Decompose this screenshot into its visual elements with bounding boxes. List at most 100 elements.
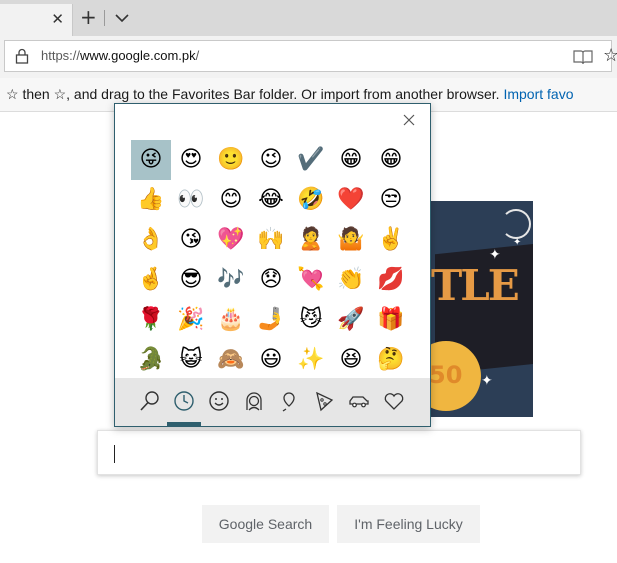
emoji-cell[interactable]: 💋 [371, 260, 411, 300]
address-bar: https://www.google.com.pk/ ☆ [0, 36, 617, 78]
emoji-cell[interactable]: 🙎 [291, 220, 331, 260]
emoji-glyph: ✌️ [377, 227, 405, 252]
emoji-glyph: 💖 [217, 227, 245, 252]
heart-icon[interactable] [383, 390, 405, 412]
close-icon[interactable] [402, 112, 416, 126]
emoji-cell[interactable]: 🎂 [211, 300, 251, 340]
emoji-cell[interactable]: 🤞 [131, 260, 171, 300]
emoji-cell[interactable]: 😉 [251, 140, 291, 180]
emoji-cell[interactable]: 😂 [251, 180, 291, 220]
car-icon[interactable] [348, 390, 370, 412]
emoji-glyph: 😃 [259, 347, 283, 372]
google-search-input[interactable] [97, 430, 581, 475]
emoji-glyph: 😂 [258, 187, 284, 212]
emoji-cell[interactable]: ✨ [291, 340, 331, 380]
emoji-glyph: 🙌 [257, 227, 285, 252]
favorites-hint-text: ☆ then ☆, and drag to the Favorites Bar … [6, 86, 500, 102]
emoji-glyph: 🌹 [137, 307, 165, 332]
emoji-cell[interactable]: 🎁 [371, 300, 411, 340]
emoji-cell[interactable]: 🙌 [251, 220, 291, 260]
emoji-glyph: 👍 [137, 187, 165, 212]
pizza-icon[interactable] [313, 390, 335, 412]
url-scheme: https:// [41, 48, 81, 63]
emoji-cell[interactable]: 👍 [131, 180, 171, 220]
emoji-cell[interactable]: 😺 [171, 340, 211, 380]
emoji-cell[interactable]: 😼 [291, 300, 331, 340]
emoji-cell[interactable]: 🤔 [371, 340, 411, 380]
emoji-cell[interactable]: 😍 [171, 140, 211, 180]
emoji-cell[interactable]: 😞 [251, 260, 291, 300]
emoji-glyph: 😘 [179, 227, 203, 252]
emoji-cell[interactable]: 😁 [371, 140, 411, 180]
import-favorites-link[interactable]: Import favo [503, 86, 573, 102]
emoji-cell[interactable]: 😘 [171, 220, 211, 260]
emoji-glyph: 😆 [339, 347, 363, 372]
emoji-cell[interactable]: 😎 [171, 260, 211, 300]
emoji-cell[interactable]: 😒 [371, 180, 411, 220]
emoji-glyph: 🤳 [257, 307, 285, 332]
emoji-glyph: 👏 [337, 267, 365, 292]
google-search-button[interactable]: Google Search [202, 505, 329, 543]
browser-tab[interactable]: ✕ [0, 4, 73, 36]
new-tab-icon[interactable]: + [80, 7, 100, 29]
emoji-cell[interactable]: 🤷 [331, 220, 371, 260]
emoji-cell[interactable]: 👏 [331, 260, 371, 300]
emoji-glyph: ✔️ [297, 147, 325, 172]
emoji-cell[interactable]: ✔️ [291, 140, 331, 180]
google-doodle[interactable]: TLE 50 ✦ ✦ ✦ [429, 201, 533, 417]
smiley-icon[interactable] [208, 390, 230, 412]
emoji-cell[interactable]: 🚀 [331, 300, 371, 340]
emoji-glyph: 🙈 [217, 347, 245, 372]
emoji-cell[interactable]: 🙂 [211, 140, 251, 180]
emoji-cell[interactable]: 😆 [331, 340, 371, 380]
search-icon[interactable] [139, 390, 161, 412]
doodle-letters: TLE [431, 261, 520, 310]
emoji-cell[interactable]: 😃 [251, 340, 291, 380]
reading-view-icon[interactable] [573, 49, 593, 65]
emoji-cell[interactable]: 🙈 [211, 340, 251, 380]
emoji-cell[interactable]: 😜 [131, 140, 171, 180]
url-text[interactable]: https://www.google.com.pk/ [41, 48, 199, 63]
emoji-cell[interactable]: 🤳 [251, 300, 291, 340]
emoji-cell[interactable]: 👌 [131, 220, 171, 260]
emoji-cell[interactable]: 🐊 [131, 340, 171, 380]
emoji-glyph: 😒 [379, 187, 403, 212]
emoji-glyph: 🤔 [377, 347, 405, 372]
emoji-cell[interactable]: ❤️ [331, 180, 371, 220]
emoji-glyph: 🎁 [377, 307, 405, 332]
emoji-cell[interactable]: ✌️ [371, 220, 411, 260]
clock-icon[interactable] [173, 390, 195, 412]
emoji-cell[interactable]: 💖 [211, 220, 251, 260]
emoji-glyph: 🤞 [137, 267, 165, 292]
emoji-cell[interactable]: 🌹 [131, 300, 171, 340]
favorite-star-icon[interactable]: ☆ [603, 45, 617, 66]
emoji-cell[interactable]: 😁 [331, 140, 371, 180]
doodle-star: ✦ [481, 373, 493, 389]
emoji-glyph: 😜 [139, 147, 163, 172]
emoji-glyph: 😊 [219, 187, 243, 212]
emoji-glyph: 😺 [179, 347, 203, 372]
text-cursor [114, 445, 115, 463]
emoji-cell[interactable]: 🎶 [211, 260, 251, 300]
chevron-down-icon[interactable] [113, 9, 131, 27]
emoji-cell[interactable]: 🤣 [291, 180, 331, 220]
person-icon[interactable] [243, 390, 265, 412]
tab-strip: ✕ + [0, 0, 617, 36]
emoji-glyph: 😁 [339, 147, 363, 172]
emoji-glyph: 👌 [137, 227, 165, 252]
emoji-glyph: 🙎 [297, 227, 325, 252]
emoji-cell[interactable]: 😊 [211, 180, 251, 220]
emoji-cell[interactable]: 👀 [171, 180, 211, 220]
map-pin-icon[interactable] [278, 390, 300, 412]
emoji-cell[interactable]: 💘 [291, 260, 331, 300]
emoji-cell[interactable]: 🎉 [171, 300, 211, 340]
favorites-hint: ☆ then ☆, and drag to the Favorites Bar … [6, 86, 573, 103]
feeling-lucky-button[interactable]: I'm Feeling Lucky [337, 505, 480, 543]
emoji-glyph: 🎂 [217, 307, 245, 332]
url-field[interactable]: https://www.google.com.pk/ ☆ [4, 40, 617, 72]
lock-icon[interactable] [15, 48, 29, 64]
emoji-glyph: 🎶 [217, 267, 245, 292]
emoji-glyph: ✨ [297, 347, 325, 372]
emoji-grid: 😜 😍 🙂 😉 ✔️ 😁 😁 👍 👀 😊 😂 🤣 ❤️ 😒 👌 😘 💖 🙌 🙎 🤷 ✌️ 🤞 😎 🎶 😞 💘 👏 💋 🌹 🎉 🎂 🤳 😼 🚀 🎁 🐊 😺… [131, 140, 411, 380]
close-tab-icon[interactable]: ✕ [51, 9, 64, 29]
